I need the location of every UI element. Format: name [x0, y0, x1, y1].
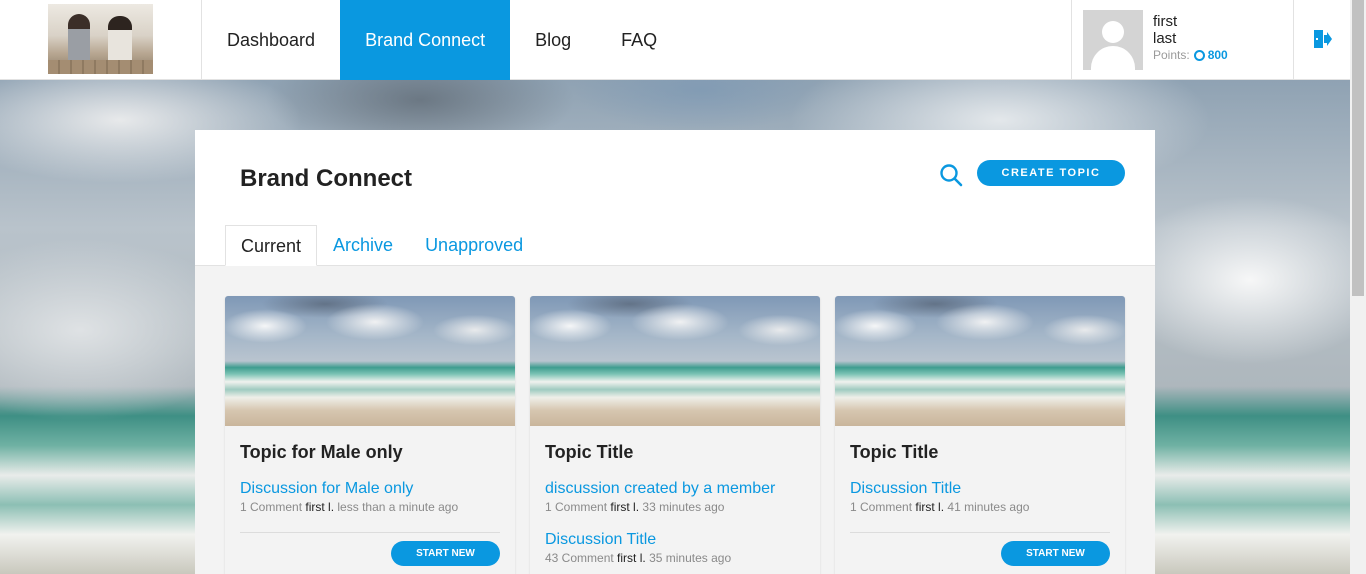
topic-card: Topic for Male only Discussion for Male … — [225, 296, 515, 574]
points-value: 800 — [1207, 48, 1228, 62]
user-points: Points: 800 — [1153, 48, 1228, 62]
comment-count: 1 Comment — [850, 500, 913, 514]
user-last-name: last — [1153, 30, 1177, 47]
discussion-author: first l. — [305, 500, 335, 514]
discussion-time: 35 minutes ago — [649, 551, 732, 565]
comment-count: 1 Comment — [240, 500, 303, 514]
discussion-link[interactable]: discussion created by a member — [545, 480, 775, 498]
brand-logo-image[interactable] — [48, 4, 153, 74]
logout-icon[interactable] — [1310, 28, 1332, 50]
discussion-item: Discussion Title 1 Comment first l. 41 m… — [850, 480, 1029, 514]
start-new-button[interactable]: START NEW — [391, 541, 500, 566]
user-first-name: first — [1153, 13, 1178, 30]
panel-header: Brand Connect CREATE TOPIC Current Archi… — [195, 130, 1155, 266]
points-label: Points: — [1153, 48, 1190, 62]
topic-card-image[interactable] — [835, 296, 1125, 426]
discussion-meta: 1 Comment first l. 41 minutes ago — [850, 500, 1029, 514]
topic-tabs: Current Archive Unapproved — [225, 225, 539, 266]
card-divider — [850, 532, 1110, 533]
card-divider — [240, 532, 500, 533]
topic-title[interactable]: Topic Title — [850, 442, 938, 463]
comment-count: 43 Comment — [545, 551, 614, 565]
tab-current[interactable]: Current — [225, 225, 318, 266]
scrollbar-thumb[interactable] — [1352, 0, 1364, 296]
nav-brand-connect[interactable]: Brand Connect — [340, 0, 511, 80]
user-profile[interactable]: first last Points: 800 — [1071, 0, 1294, 80]
topic-card: Topic Title Discussion Title 1 Comment f… — [835, 296, 1125, 574]
discussion-item: discussion created by a member 1 Comment… — [545, 480, 775, 514]
comment-count: 1 Comment — [545, 500, 608, 514]
tab-unapproved[interactable]: Unapproved — [409, 225, 539, 266]
nav-dashboard[interactable]: Dashboard — [202, 0, 340, 80]
discussion-link[interactable]: Discussion Title — [545, 531, 731, 549]
discussion-time: 41 minutes ago — [947, 500, 1030, 514]
topic-title[interactable]: Topic Title — [545, 442, 633, 463]
topic-card-image[interactable] — [530, 296, 820, 426]
discussion-author: first l. — [617, 551, 646, 565]
discussion-item: Discussion for Male only 1 Comment first… — [240, 480, 458, 514]
page-scrollbar[interactable] — [1350, 0, 1366, 574]
coin-icon — [1193, 49, 1205, 61]
discussion-link[interactable]: Discussion for Male only — [240, 480, 458, 498]
page-title: Brand Connect — [240, 165, 413, 192]
nav-faq[interactable]: FAQ — [596, 0, 682, 80]
discussion-meta: 43 Comment first l. 35 minutes ago — [545, 551, 731, 565]
discussion-time: 33 minutes ago — [642, 500, 725, 514]
discussion-author: first l. — [915, 500, 945, 514]
user-avatar-icon[interactable] — [1083, 10, 1143, 70]
discussion-time: less than a minute ago — [337, 500, 459, 514]
create-topic-button[interactable]: CREATE TOPIC — [977, 160, 1125, 186]
topic-card-image[interactable] — [225, 296, 515, 426]
top-header: Dashboard Brand Connect Blog FAQ first l… — [0, 0, 1350, 80]
topic-title[interactable]: Topic for Male only — [240, 442, 403, 463]
brand-connect-panel: Brand Connect CREATE TOPIC Current Archi… — [195, 130, 1155, 574]
tab-archive[interactable]: Archive — [317, 225, 409, 266]
discussion-link[interactable]: Discussion Title — [850, 480, 1029, 498]
topic-card: Topic Title discussion created by a memb… — [530, 296, 820, 574]
start-new-button[interactable]: START NEW — [1001, 541, 1110, 566]
discussion-meta: 1 Comment first l. 33 minutes ago — [545, 500, 775, 514]
main-nav: Dashboard Brand Connect Blog FAQ — [202, 0, 682, 80]
discussion-author: first l. — [610, 500, 640, 514]
search-icon[interactable] — [939, 163, 963, 187]
nav-blog[interactable]: Blog — [510, 0, 596, 80]
discussion-meta: 1 Comment first l. less than a minute ag… — [240, 500, 458, 514]
discussion-item: Discussion Title 43 Comment first l. 35 … — [545, 531, 731, 565]
